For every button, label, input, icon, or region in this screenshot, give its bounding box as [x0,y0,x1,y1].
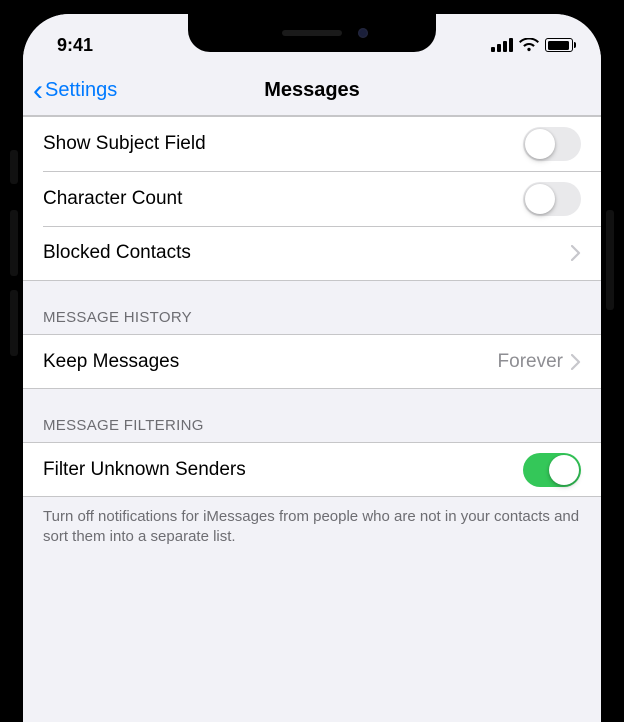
phone-frame: 9:41 ‹ Settings Messages Show Subject Fi… [0,0,624,722]
section-header-history: Message History [23,281,601,334]
cellular-icon [491,38,513,52]
toggle-character-count[interactable] [523,182,581,216]
row-label: Show Subject Field [43,133,523,155]
back-button[interactable]: ‹ Settings [23,76,117,106]
status-right [491,38,573,52]
mute-switch [10,150,18,184]
power-button [606,210,614,310]
speaker-grill [282,30,342,36]
chevron-right-icon [571,245,581,261]
row-label: Character Count [43,188,523,210]
row-character-count[interactable]: Character Count [23,171,601,226]
nav-bar: ‹ Settings Messages [23,66,601,116]
page-title: Messages [264,79,360,102]
battery-icon [545,38,573,52]
volume-down-button [10,290,18,356]
section-footer-filtering: Turn off notifications for iMessages fro… [23,497,601,566]
row-label: Filter Unknown Senders [43,459,523,481]
chevron-right-icon [571,354,581,370]
toggle-filter-unknown-senders[interactable] [523,453,581,487]
back-label: Settings [45,79,117,102]
status-time: 9:41 [57,35,93,56]
screen: 9:41 ‹ Settings Messages Show Subject Fi… [23,14,601,722]
section-header-filtering: Message Filtering [23,389,601,442]
chevron-left-icon: ‹ [33,76,43,106]
wifi-icon [519,38,539,52]
row-filter-unknown-senders[interactable]: Filter Unknown Senders [23,442,601,497]
front-camera [358,28,368,38]
toggle-show-subject-field[interactable] [523,127,581,161]
volume-up-button [10,210,18,276]
row-label: Blocked Contacts [43,242,571,264]
row-show-subject-field[interactable]: Show Subject Field [23,116,601,171]
notch [188,14,436,52]
row-keep-messages[interactable]: Keep Messages Forever [23,334,601,389]
row-value: Forever [498,351,563,373]
content: Show Subject Field Character Count Block… [23,116,601,722]
row-blocked-contacts[interactable]: Blocked Contacts [23,226,601,281]
row-label: Keep Messages [43,351,498,373]
